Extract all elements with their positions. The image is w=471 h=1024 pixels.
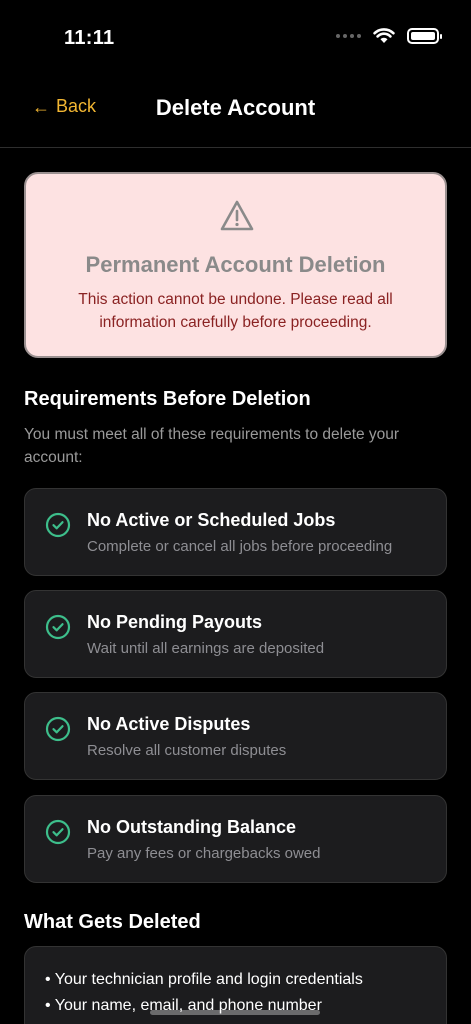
warning-text: This action cannot be undone. Please rea… — [78, 291, 393, 331]
requirement-title: No Active or Scheduled Jobs — [87, 510, 336, 530]
list-item: Your technician profile and login creden… — [45, 967, 430, 993]
what-gets-deleted-title: What Gets Deleted — [24, 911, 201, 933]
status-icons — [336, 28, 442, 44]
warning-triangle-icon — [220, 200, 254, 231]
requirement-title: No Active Disputes — [87, 714, 251, 734]
check-circle-icon — [45, 819, 71, 845]
wifi-icon — [373, 28, 395, 43]
requirements-title: Requirements Before Deletion — [24, 388, 311, 410]
cellular-signal-icon — [336, 34, 361, 38]
check-circle-icon — [45, 614, 71, 640]
requirements-subtitle: You must meet all of these requirements … — [24, 426, 400, 466]
requirement-card: No Active or Scheduled Jobs Complete or … — [24, 488, 447, 576]
page-title: Delete Account — [155, 95, 316, 120]
check-circle-icon — [45, 512, 71, 538]
requirement-description: Resolve all customer disputes — [87, 742, 287, 759]
requirement-description: Wait until all earnings are deposited — [87, 640, 325, 657]
warning-card: Permanent Account Deletion This action c… — [24, 172, 447, 358]
check-circle-icon — [45, 716, 71, 742]
status-time: 11:11 — [64, 27, 115, 49]
requirement-card: No Active Disputes Resolve all customer … — [24, 692, 447, 780]
requirement-card: No Pending Payouts Wait until all earnin… — [24, 590, 447, 678]
home-indicator[interactable] — [150, 1010, 320, 1015]
requirement-title: No Outstanding Balance — [87, 817, 297, 837]
warning-title: Permanent Account Deletion — [85, 252, 386, 277]
list-item: Your name, email, and phone number — [45, 993, 430, 1019]
navigation-bar: ← Back Delete Account — [0, 76, 471, 148]
requirement-description: Complete or cancel all jobs before proce… — [87, 538, 393, 555]
requirement-description: Pay any fees or chargebacks owed — [87, 845, 321, 862]
status-bar: 11:11 — [0, 0, 471, 70]
requirement-title: No Pending Payouts — [87, 612, 263, 632]
battery-icon — [407, 28, 442, 44]
requirement-card: No Outstanding Balance Pay any fees or c… — [24, 795, 447, 883]
